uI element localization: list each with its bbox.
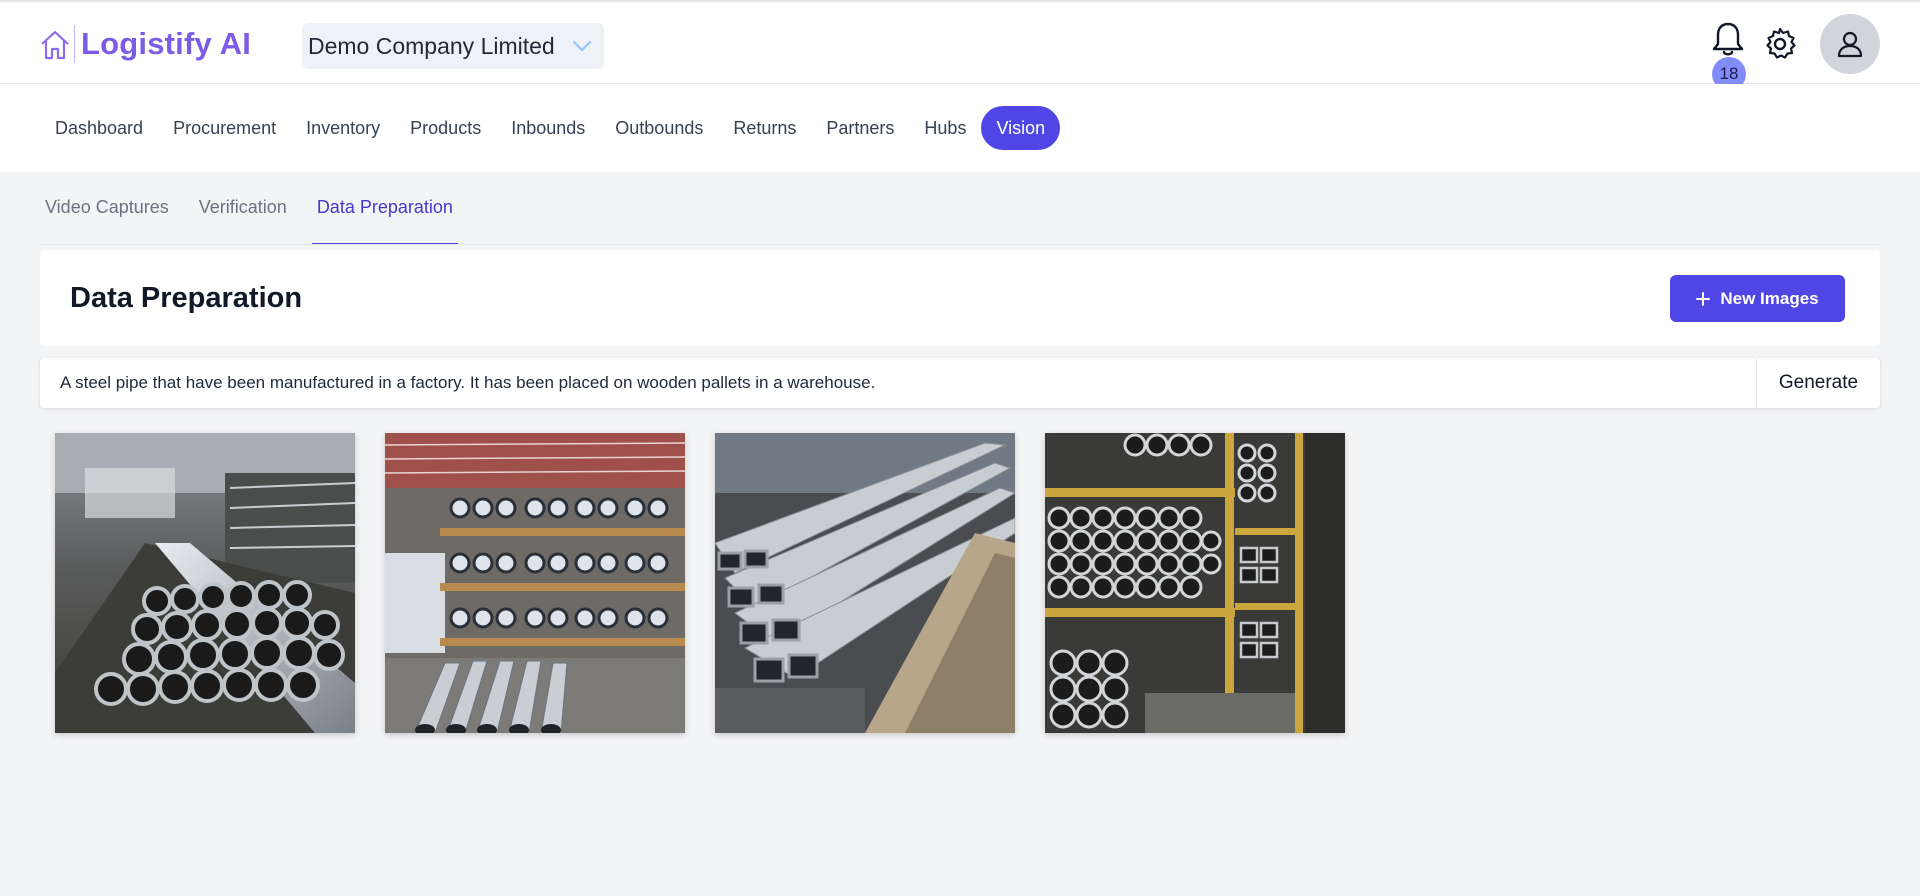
rectangular-steel-tubes-image — [715, 433, 1015, 733]
gear-icon[interactable] — [1762, 26, 1798, 62]
generate-button[interactable]: Generate — [1756, 358, 1880, 408]
gallery-image-2[interactable] — [385, 433, 685, 733]
user-icon — [1837, 31, 1863, 58]
nav-inbounds[interactable]: Inbounds — [496, 106, 600, 150]
company-selector[interactable]: Demo Company Limited — [302, 23, 604, 69]
sub-tabs: Video Captures Verification Data Prepara… — [40, 172, 478, 245]
chevron-down-icon — [572, 40, 592, 52]
home-icon — [41, 30, 69, 60]
nav-procurement[interactable]: Procurement — [158, 106, 291, 150]
company-name: Demo Company Limited — [308, 32, 555, 59]
nav-dashboard[interactable]: Dashboard — [40, 106, 158, 150]
main-navigation: Dashboard Procurement Inventory Products… — [0, 84, 1920, 172]
tab-data-preparation[interactable]: Data Preparation — [311, 172, 458, 245]
nav-inventory[interactable]: Inventory — [291, 106, 395, 150]
nav-products[interactable]: Products — [395, 106, 496, 150]
plus-icon — [1696, 291, 1711, 306]
pipes-on-pallet-racks-image — [385, 433, 685, 733]
gallery-image-3[interactable] — [715, 433, 1015, 733]
tab-video-captures[interactable]: Video Captures — [40, 172, 174, 245]
nav-hubs[interactable]: Hubs — [909, 106, 981, 150]
gallery-image-1[interactable] — [55, 433, 355, 733]
nav-outbounds[interactable]: Outbounds — [600, 106, 718, 150]
tab-divider — [40, 244, 1880, 245]
steel-pipes-factory-image — [55, 433, 355, 733]
page-title: Data Preparation — [70, 282, 303, 314]
new-images-button[interactable]: New Images — [1670, 275, 1845, 322]
page-header-card: Data Preparation New Images — [40, 250, 1880, 346]
pipes-on-yellow-racks-image — [1045, 433, 1345, 733]
prompt-bar: Generate — [40, 358, 1880, 408]
tab-verification[interactable]: Verification — [194, 172, 292, 245]
nav-returns[interactable]: Returns — [718, 106, 811, 150]
app-logo[interactable]: Logistify AI — [38, 22, 251, 66]
new-images-label: New Images — [1720, 288, 1819, 308]
nav-vision[interactable]: Vision — [981, 106, 1061, 150]
app-name: Logistify AI — [81, 26, 252, 61]
image-gallery — [55, 433, 1345, 733]
bell-icon[interactable] — [1710, 20, 1746, 58]
user-avatar[interactable] — [1820, 14, 1880, 74]
prompt-input[interactable] — [40, 358, 1756, 408]
top-bar: Logistify AI Demo Company Limited 18 — [0, 0, 1920, 91]
nav-partners[interactable]: Partners — [811, 106, 909, 150]
logo-divider — [74, 25, 75, 63]
gallery-image-4[interactable] — [1045, 433, 1345, 733]
